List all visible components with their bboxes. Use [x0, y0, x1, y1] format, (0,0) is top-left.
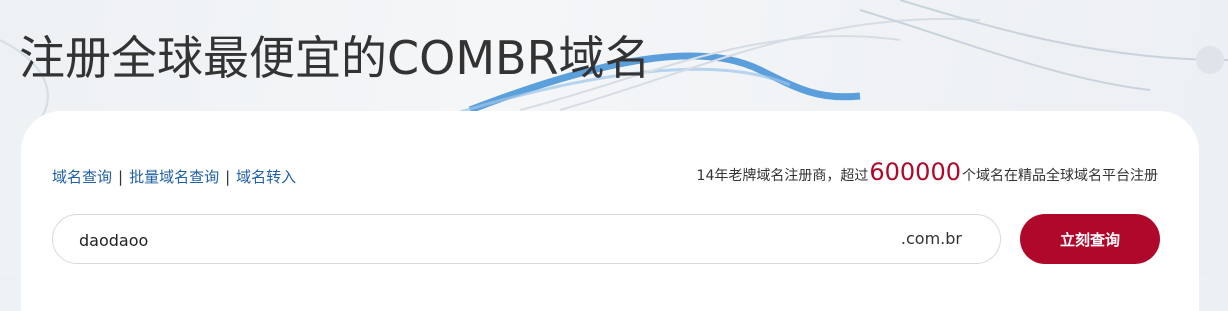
link-separator: | — [118, 168, 124, 186]
registrar-stats: 14年老牌域名注册商，超过 600000 个域名在精品全球域名平台注册 — [697, 158, 1158, 186]
stats-suffix: 个域名在精品全球域名平台注册 — [962, 168, 1158, 184]
domain-search-input[interactable] — [77, 227, 841, 253]
stats-count: 600000 — [869, 158, 961, 186]
domain-search-box: .com.br — [52, 214, 1001, 264]
stats-prefix: 14年老牌域名注册商，超过 — [696, 168, 869, 184]
search-panel: 域名查询 | 批量域名查询 | 域名转入 14年老牌域名注册商，超过 600000 个域… — [21, 111, 1199, 311]
search-submit-button[interactable]: 立刻查询 — [1020, 214, 1160, 264]
link-domain-transfer[interactable]: 域名转入 — [236, 168, 296, 186]
link-domain-query[interactable]: 域名查询 — [52, 168, 112, 186]
domain-suffix-label: .com.br — [900, 229, 962, 248]
search-type-links: 域名查询 | 批量域名查询 | 域名转入 — [52, 166, 296, 187]
link-separator: | — [225, 168, 231, 186]
page-title: 注册全球最便宜的COMBR域名 — [19, 31, 651, 85]
link-bulk-domain-query[interactable]: 批量域名查询 — [129, 168, 219, 186]
